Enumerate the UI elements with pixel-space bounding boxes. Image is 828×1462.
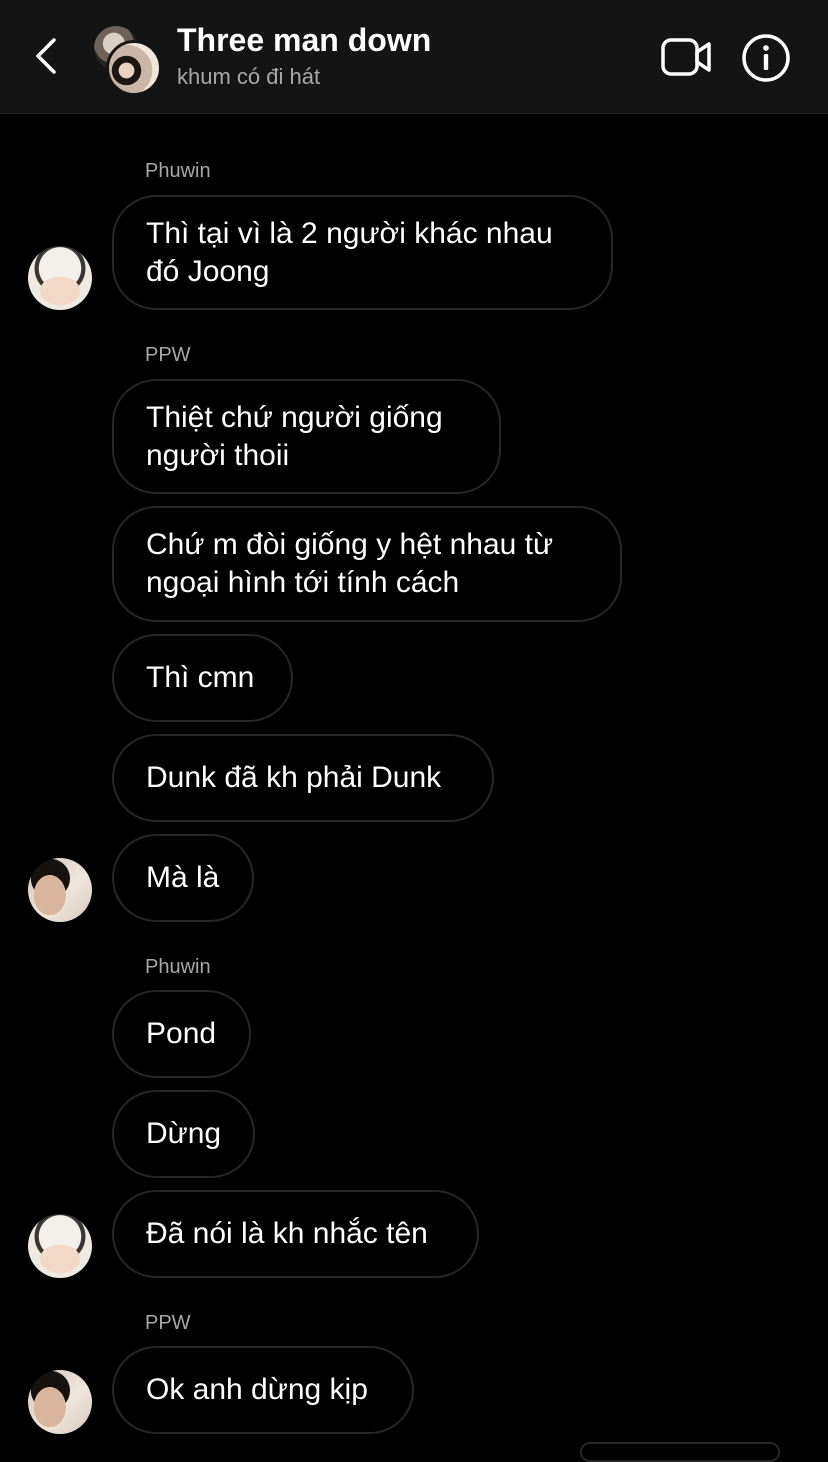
sender-name: PPW	[145, 344, 191, 366]
message-bubble[interactable]: Thì tại vì là 2 người khác nhau đó Joong	[112, 195, 613, 310]
message-bubble[interactable]: Pond	[112, 990, 251, 1078]
message-bubble[interactable]: Thì cmn	[112, 634, 293, 722]
group-avatar-front	[106, 40, 162, 96]
sender-name: Phuwin	[145, 956, 211, 978]
message-bubble[interactable]: Dunk đã kh phải Dunk	[112, 734, 494, 822]
back-button[interactable]	[24, 34, 68, 78]
sender-name: Phuwin	[145, 160, 211, 182]
info-button[interactable]	[740, 32, 792, 84]
message-bubble[interactable]: Đã nói là kh nhắc tên	[112, 1190, 479, 1278]
message-bubble[interactable]: Thiệt chứ người giống người thoii	[112, 379, 501, 494]
message-bubble[interactable]: Ok anh dừng kịp	[112, 1346, 414, 1434]
chat-subtitle: khum có đi hát	[177, 64, 321, 89]
chevron-left-icon	[36, 38, 56, 74]
message-bubble[interactable]: Mà là	[112, 834, 254, 922]
info-icon	[742, 34, 790, 82]
sender-name: PPW	[145, 1312, 191, 1334]
video-camera-icon	[661, 38, 711, 76]
avatar-ppw[interactable]	[28, 858, 92, 922]
avatar-phuwin[interactable]	[28, 1214, 92, 1278]
group-avatar[interactable]	[92, 24, 162, 96]
chat-header: Three man down khum có đi hát	[0, 0, 828, 114]
message-bubble[interactable]: Chứ m đòi giống y hệt nhau từ ngoại hình…	[112, 506, 622, 622]
avatar-phuwin[interactable]	[28, 246, 92, 310]
message-bubble[interactable]: Dừng	[112, 1090, 255, 1178]
next-message-bubble-edge	[580, 1442, 780, 1462]
chat-title[interactable]: Three man down	[177, 22, 431, 59]
video-call-button[interactable]	[660, 37, 714, 77]
avatar-ppw[interactable]	[28, 1370, 92, 1434]
